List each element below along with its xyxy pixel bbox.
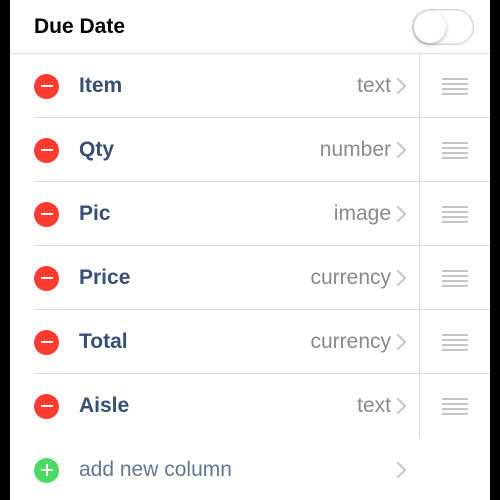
chevron-right-icon (397, 142, 407, 158)
chevron-right-icon (397, 78, 407, 94)
column-type: number (320, 138, 391, 162)
column-main[interactable]: Total currency (10, 330, 419, 355)
column-main[interactable]: Pic image (10, 202, 419, 227)
chevron-right-icon (397, 398, 407, 414)
column-main[interactable]: Item text (10, 74, 419, 99)
add-column-label: add new column (79, 458, 232, 482)
minus-icon[interactable] (34, 138, 59, 163)
column-row: Qty number (10, 118, 490, 182)
minus-icon[interactable] (34, 330, 59, 355)
minus-icon[interactable] (34, 74, 59, 99)
column-name: Aisle (79, 394, 129, 418)
minus-icon[interactable] (34, 266, 59, 291)
column-name: Price (79, 266, 130, 290)
column-type: text (357, 74, 391, 98)
column-type: image (334, 202, 391, 226)
drag-handle-icon[interactable] (442, 206, 468, 223)
minus-icon[interactable] (34, 202, 59, 227)
column-row: Price currency (10, 246, 490, 310)
column-type: text (357, 394, 391, 418)
drag-handle-icon[interactable] (442, 142, 468, 159)
chevron-right-icon (397, 334, 407, 350)
drag-handle-icon[interactable] (442, 270, 468, 287)
column-main[interactable]: Qty number (10, 138, 419, 163)
column-name: Qty (79, 138, 114, 162)
minus-icon[interactable] (34, 394, 59, 419)
column-main[interactable]: Price currency (10, 266, 419, 291)
header-title: Due Date (34, 15, 125, 39)
column-row: Item text (10, 54, 490, 118)
column-type: currency (310, 266, 391, 290)
column-type: currency (310, 330, 391, 354)
header: Due Date (10, 0, 490, 54)
column-row: Total currency (10, 310, 490, 374)
chevron-right-icon (397, 270, 407, 286)
drag-handle-icon[interactable] (442, 398, 468, 415)
column-name: Pic (79, 202, 111, 226)
column-row: Aisle text (10, 374, 490, 438)
drag-handle-icon[interactable] (442, 334, 468, 351)
column-row: Pic image (10, 182, 490, 246)
due-date-toggle[interactable] (412, 9, 474, 45)
column-main[interactable]: Aisle text (10, 394, 419, 419)
column-name: Total (79, 330, 128, 354)
chevron-right-icon (397, 206, 407, 222)
chevron-right-icon (397, 462, 407, 478)
plus-icon (34, 458, 59, 483)
toggle-knob (414, 11, 446, 43)
column-name: Item (79, 74, 122, 98)
drag-handle-icon[interactable] (442, 78, 468, 95)
add-column-row[interactable]: add new column . (10, 438, 490, 500)
columns-editor-panel: Due Date Item text Qty number Pic image Price c… (10, 0, 490, 500)
